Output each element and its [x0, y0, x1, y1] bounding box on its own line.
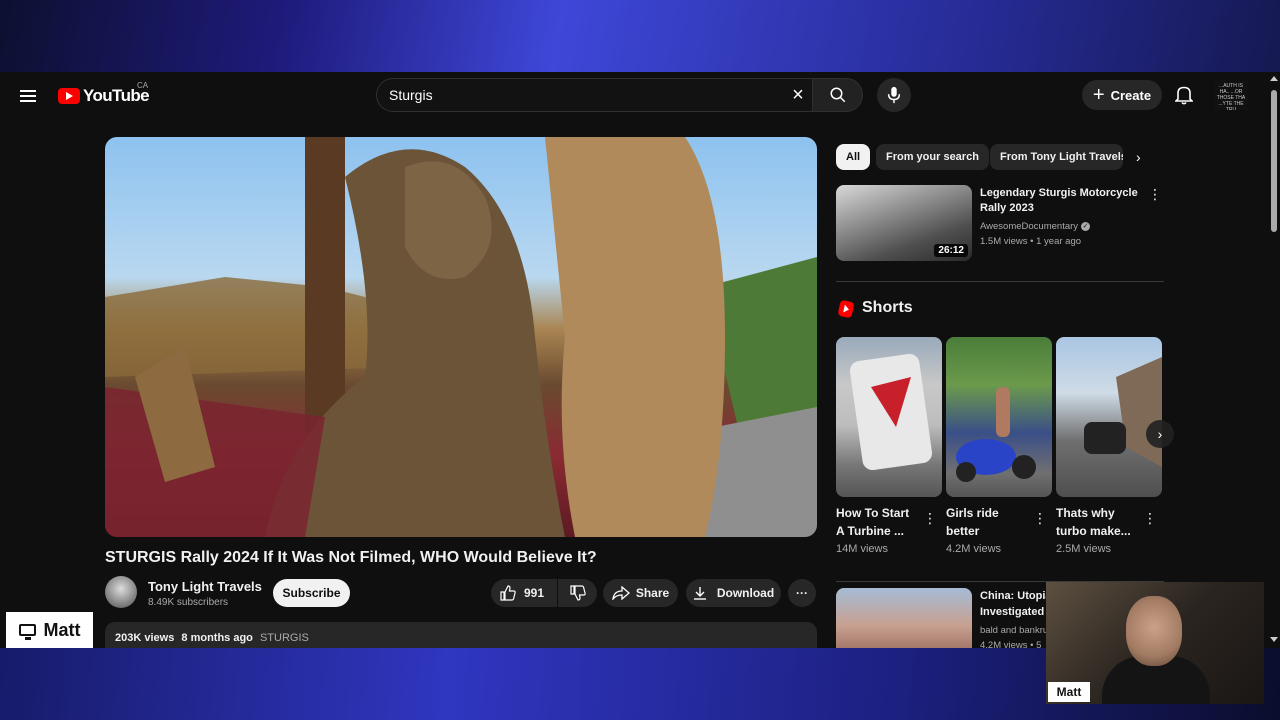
search-input[interactable]: [389, 85, 769, 105]
thumbs-down-icon: [569, 585, 586, 601]
country-code: CA: [137, 81, 149, 90]
like-button[interactable]: 991: [491, 579, 557, 607]
short-title[interactable]: How To Start A Turbine ...: [836, 504, 916, 540]
video-title: STURGIS Rally 2024 If It Was Not Filmed,…: [105, 549, 597, 566]
verified-icon: ✓: [1081, 221, 1091, 231]
youtube-logo[interactable]: YouTube: [58, 84, 150, 108]
share-button[interactable]: Share: [603, 579, 678, 607]
download-label: Download: [716, 586, 775, 600]
share-icon: [612, 586, 630, 600]
mic-icon: [887, 86, 901, 104]
channel-name[interactable]: Tony Light Travels: [148, 579, 262, 594]
scrollbar[interactable]: [1268, 72, 1280, 648]
video-player[interactable]: [105, 137, 817, 537]
chip-from-channel[interactable]: From Tony Light Travels: [990, 144, 1123, 170]
presenter-name: Matt: [43, 619, 81, 640]
more-icon[interactable]: ⋮: [1148, 186, 1162, 202]
hashtag-link[interactable]: STURGIS: [260, 632, 309, 644]
create-button[interactable]: + Create: [1082, 80, 1162, 110]
short-thumbnail[interactable]: [946, 337, 1052, 497]
recommended-channel[interactable]: AwesomeDocumentary ✓: [980, 220, 1091, 234]
scroll-down-icon[interactable]: [1270, 637, 1278, 642]
like-count: 991: [524, 586, 545, 600]
recommended-stats: 1.5M views • 1 year ago: [980, 236, 1082, 247]
more-icon[interactable]: ···: [788, 579, 816, 607]
webcam-label: Matt: [1048, 682, 1090, 702]
recommended-title[interactable]: Legendary Sturgis Motorcycle Rally 2023: [980, 186, 1140, 216]
recommended-title-line2[interactable]: Investigated: [980, 605, 1050, 620]
view-count: 203K views: [115, 632, 175, 644]
short-thumbnail[interactable]: [1056, 337, 1162, 497]
description-box[interactable]: 203K views 8 months ago STURGIS: [105, 622, 817, 648]
chip-all[interactable]: All: [836, 144, 871, 170]
subscriber-count: 8.49K subscribers: [148, 597, 229, 608]
video-duration: 26:12: [934, 244, 968, 257]
close-icon[interactable]: ×: [787, 84, 809, 106]
search-button[interactable]: [813, 78, 863, 112]
monitor-icon: [18, 624, 36, 640]
thumbs-up-icon: [500, 585, 516, 601]
download-icon: [693, 587, 706, 600]
short-views: 14M views: [836, 543, 888, 555]
recommended-stats: 4.2M views • 5: [980, 640, 1042, 648]
recommended-channel-name: AwesomeDocumentary: [980, 221, 1079, 232]
search-box[interactable]: ×: [376, 78, 813, 112]
short-title[interactable]: Girls ride better: [946, 504, 1026, 540]
shorts-icon: [837, 299, 855, 319]
short-title[interactable]: Thats why turbo make...: [1056, 504, 1136, 540]
youtube-logo-icon: [58, 88, 80, 104]
recommended-channel[interactable]: bald and bankru: [980, 624, 1046, 638]
avatar[interactable]: ...AUTH IS HA.. ...OR THOSE THA ...YTE T…: [1214, 80, 1248, 110]
short-views: 4.2M views: [946, 543, 1002, 555]
short-views: 2.5M views: [1056, 543, 1112, 555]
channel-avatar[interactable]: [105, 576, 137, 608]
upload-age: 8 months ago: [181, 632, 253, 644]
bell-icon[interactable]: [1170, 80, 1198, 110]
more-icon[interactable]: ⋮: [923, 510, 937, 526]
short-thumbnail[interactable]: [836, 337, 942, 497]
shorts-heading: Shorts: [862, 299, 913, 316]
menu-icon[interactable]: [12, 80, 44, 112]
recommended-title[interactable]: China: Utopia: [980, 589, 1050, 604]
scrollbar-thumb[interactable]: [1271, 90, 1277, 232]
chevron-right-icon[interactable]: ›: [1136, 149, 1150, 165]
download-button[interactable]: Download: [686, 579, 781, 607]
webcam-person-face: [1126, 596, 1182, 666]
create-label: Create: [1110, 87, 1152, 103]
browser-window: YouTube CA × + Create ...AUTH IS HA.. ..…: [0, 72, 1280, 648]
chevron-right-icon[interactable]: ›: [1146, 420, 1174, 448]
plus-icon: +: [1092, 84, 1105, 106]
recommended-thumbnail[interactable]: 26:12: [836, 185, 972, 261]
dislike-button[interactable]: [558, 579, 597, 607]
recommended-thumbnail[interactable]: [836, 588, 972, 648]
more-icon[interactable]: ⋮: [1143, 510, 1157, 526]
presenter-tag: Matt: [6, 612, 93, 648]
video-frame: [105, 137, 817, 537]
chip-from-your-search[interactable]: From your search: [876, 144, 989, 170]
more-icon[interactable]: ⋮: [1033, 510, 1047, 526]
share-label: Share: [635, 586, 670, 600]
scroll-up-icon[interactable]: [1270, 76, 1278, 81]
mic-button[interactable]: [877, 78, 911, 112]
search-icon: [830, 87, 845, 103]
subscribe-button[interactable]: Subscribe: [273, 579, 350, 607]
divider: [836, 281, 1164, 282]
